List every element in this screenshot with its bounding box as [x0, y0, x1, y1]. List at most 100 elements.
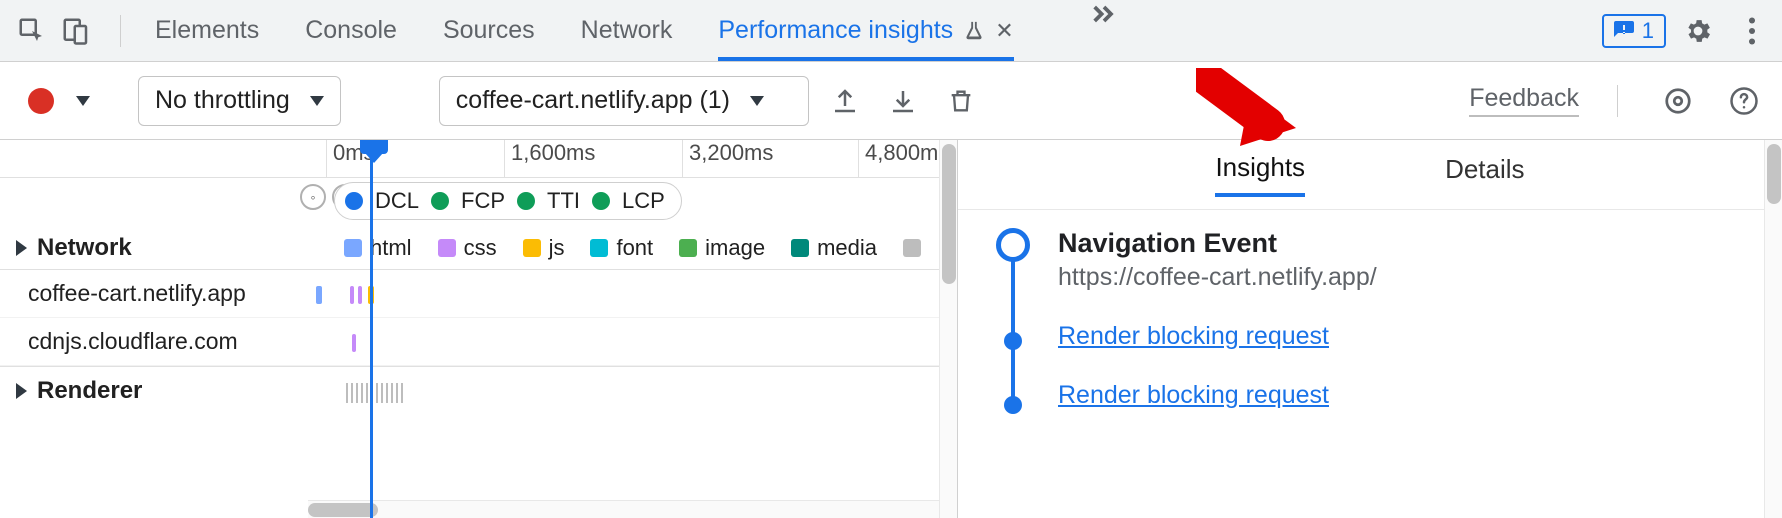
record-button[interactable]: [28, 88, 54, 114]
request-bar[interactable]: [316, 286, 322, 304]
main-content: 0ms1,600ms3,200ms4,800ms ◦ ⊙ DCLFCPTTILC…: [0, 140, 1782, 518]
tab-label: Sources: [443, 16, 535, 45]
playhead-knob[interactable]: [360, 140, 388, 154]
renderer-activity: [346, 383, 406, 403]
legend-label: media: [817, 235, 877, 261]
host-label: coffee-cart.netlify.app: [0, 270, 308, 317]
feedback-link[interactable]: Feedback: [1469, 84, 1579, 117]
time-ruler[interactable]: 0ms1,600ms3,200ms4,800ms: [0, 140, 957, 178]
marker-dot: [431, 192, 449, 210]
devtools-tabstrip: Elements Console Sources Network Perform…: [0, 0, 1782, 62]
insights-panel: Insights Details Navigation Event https:…: [958, 140, 1782, 518]
legend-swatch: [344, 239, 362, 257]
scrollbar-thumb[interactable]: [942, 144, 956, 284]
timeline-node[interactable]: [1004, 396, 1022, 414]
legend-overflow: [903, 239, 921, 257]
close-icon[interactable]: ✕: [995, 18, 1013, 44]
tab-details[interactable]: Details: [1445, 154, 1524, 195]
experiment-icon: [963, 20, 985, 42]
help-icon[interactable]: [1722, 79, 1766, 123]
trace-start-ring[interactable]: ◦: [300, 184, 326, 210]
chevron-down-icon: [750, 96, 764, 106]
horizontal-scrollbar[interactable]: [308, 500, 957, 518]
tab-label: Elements: [155, 16, 259, 45]
vertical-scrollbar[interactable]: [1764, 140, 1782, 518]
marker-dot: [517, 192, 535, 210]
throttling-select[interactable]: No throttling: [138, 76, 341, 126]
tab-performance-insights[interactable]: Performance insights ✕: [718, 0, 1013, 61]
tab-label: Network: [581, 16, 673, 45]
scrollbar-thumb[interactable]: [1767, 144, 1781, 204]
expand-icon: [16, 240, 27, 256]
legend-label: image: [705, 235, 765, 261]
marker-label: TTI: [547, 188, 580, 214]
import-icon[interactable]: [881, 79, 925, 123]
issues-badge[interactable]: 1: [1602, 14, 1666, 48]
tab-label: Performance insights: [718, 16, 953, 45]
marker-dot: [345, 192, 363, 210]
tab-insights[interactable]: Insights: [1215, 152, 1305, 197]
divider: [120, 15, 121, 47]
legend-swatch: [791, 239, 809, 257]
playhead[interactable]: [370, 140, 373, 518]
insight-link[interactable]: Render blocking request: [1058, 381, 1758, 410]
marker-label: FCP: [461, 188, 505, 214]
marker-label: DCL: [375, 188, 419, 214]
nav-event-url: https://coffee-cart.netlify.app/: [1058, 263, 1758, 292]
insight-link[interactable]: Render blocking request: [1058, 322, 1758, 351]
record-menu-icon[interactable]: [76, 96, 90, 106]
vertical-scrollbar[interactable]: [939, 140, 957, 518]
legend-swatch: [523, 239, 541, 257]
host-label: cdnjs.cloudflare.com: [0, 318, 308, 365]
marker-label: LCP: [622, 188, 665, 214]
legend-label: html: [370, 235, 412, 261]
request-bar[interactable]: [350, 286, 354, 304]
legend-swatch: [438, 239, 456, 257]
legend-swatch: [679, 239, 697, 257]
issues-count: 1: [1642, 18, 1654, 44]
ruler-tick: 1,600ms: [504, 140, 595, 177]
more-tabs-icon[interactable]: [1090, 0, 1118, 28]
legend-label: css: [464, 235, 497, 261]
section-label: Renderer: [37, 377, 142, 405]
delete-icon[interactable]: [939, 79, 983, 123]
request-bar[interactable]: [358, 286, 362, 304]
tab-network[interactable]: Network: [581, 0, 673, 61]
tab-sources[interactable]: Sources: [443, 0, 535, 61]
renderer-section-header[interactable]: Renderer: [0, 366, 957, 414]
divider: [1617, 85, 1618, 117]
recording-value: coffee-cart.netlify.app (1): [456, 86, 730, 115]
tab-console[interactable]: Console: [305, 0, 397, 61]
request-bar[interactable]: [352, 334, 356, 352]
marker-dot: [592, 192, 610, 210]
expand-icon: [16, 383, 27, 399]
recording-select[interactable]: coffee-cart.netlify.app (1): [439, 76, 809, 126]
tab-elements[interactable]: Elements: [155, 0, 259, 61]
legend-label: js: [549, 235, 565, 261]
ruler-tick: 4,800ms: [858, 140, 949, 177]
timeline-node[interactable]: [1004, 332, 1022, 350]
network-host-row[interactable]: coffee-cart.netlify.app: [0, 270, 957, 318]
timeline-node-nav[interactable]: [996, 228, 1030, 262]
throttling-value: No throttling: [155, 86, 290, 115]
kebab-menu-icon[interactable]: [1730, 9, 1774, 53]
nav-event-title: Navigation Event: [1058, 228, 1758, 259]
network-section-header[interactable]: Network html css js font image media: [0, 226, 957, 270]
scrollbar-thumb[interactable]: [308, 503, 378, 517]
timing-markers-chip[interactable]: DCL FCP TTI LCP: [334, 182, 682, 220]
settings-icon[interactable]: [1676, 9, 1720, 53]
tab-label: Console: [305, 16, 397, 45]
chevron-down-icon: [310, 96, 324, 106]
legend-label: font: [616, 235, 653, 261]
inspect-element-icon[interactable]: [10, 9, 54, 53]
issues-icon: [1612, 19, 1636, 43]
section-label: Network: [37, 234, 132, 262]
device-toolbar-icon[interactable]: [54, 9, 98, 53]
markers-row: ◦ ⊙ DCLFCPTTILCP: [0, 178, 957, 226]
perf-insights-toolbar: No throttling coffee-cart.netlify.app (1…: [0, 62, 1782, 140]
panel-settings-icon[interactable]: [1656, 79, 1700, 123]
ruler-tick: 3,200ms: [682, 140, 773, 177]
network-host-row[interactable]: cdnjs.cloudflare.com: [0, 318, 957, 366]
export-icon[interactable]: [823, 79, 867, 123]
legend-swatch: [590, 239, 608, 257]
